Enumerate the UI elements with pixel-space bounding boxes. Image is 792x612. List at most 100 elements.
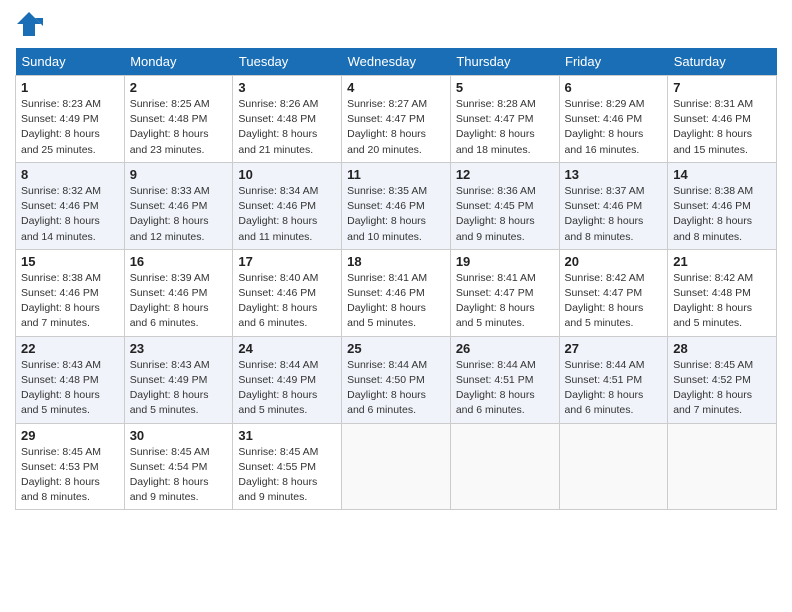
day-info: Sunrise: 8:45 AMSunset: 4:53 PMDaylight:… (21, 445, 119, 506)
calendar-cell: 13 Sunrise: 8:37 AMSunset: 4:46 PMDayligh… (559, 162, 668, 249)
day-number: 12 (456, 167, 554, 182)
day-number: 2 (130, 80, 228, 95)
calendar-cell (559, 423, 668, 510)
calendar-cell: 8 Sunrise: 8:32 AMSunset: 4:46 PMDaylight… (16, 162, 125, 249)
day-number: 29 (21, 428, 119, 443)
day-number: 13 (565, 167, 663, 182)
calendar-cell: 17 Sunrise: 8:40 AMSunset: 4:46 PMDayligh… (233, 249, 342, 336)
day-info: Sunrise: 8:40 AMSunset: 4:46 PMDaylight:… (238, 271, 336, 332)
week-row-3: 15 Sunrise: 8:38 AMSunset: 4:46 PMDayligh… (16, 249, 777, 336)
day-info: Sunrise: 8:42 AMSunset: 4:47 PMDaylight:… (565, 271, 663, 332)
day-info: Sunrise: 8:28 AMSunset: 4:47 PMDaylight:… (456, 97, 554, 158)
day-info: Sunrise: 8:36 AMSunset: 4:45 PMDaylight:… (456, 184, 554, 245)
calendar-cell: 15 Sunrise: 8:38 AMSunset: 4:46 PMDayligh… (16, 249, 125, 336)
day-number: 6 (565, 80, 663, 95)
day-number: 16 (130, 254, 228, 269)
weekday-friday: Friday (559, 48, 668, 76)
day-info: Sunrise: 8:45 AMSunset: 4:54 PMDaylight:… (130, 445, 228, 506)
calendar-cell: 16Sunrise: 8:39 AMSunset: 4:46 PMDayligh… (124, 249, 233, 336)
calendar-cell: 9Sunrise: 8:33 AMSunset: 4:46 PMDaylight… (124, 162, 233, 249)
day-info: Sunrise: 8:43 AMSunset: 4:48 PMDaylight:… (21, 358, 119, 419)
calendar-cell: 31Sunrise: 8:45 AMSunset: 4:55 PMDayligh… (233, 423, 342, 510)
calendar-cell: 10 Sunrise: 8:34 AMSunset: 4:46 PMDayligh… (233, 162, 342, 249)
day-info: Sunrise: 8:25 AMSunset: 4:48 PMDaylight:… (130, 97, 228, 158)
calendar-cell: 22 Sunrise: 8:43 AMSunset: 4:48 PMDayligh… (16, 336, 125, 423)
weekday-thursday: Thursday (450, 48, 559, 76)
day-info: Sunrise: 8:41 AMSunset: 4:47 PMDaylight:… (456, 271, 554, 332)
day-number: 26 (456, 341, 554, 356)
day-info: Sunrise: 8:45 AMSunset: 4:52 PMDaylight:… (673, 358, 771, 419)
day-info: Sunrise: 8:41 AMSunset: 4:46 PMDaylight:… (347, 271, 445, 332)
week-row-2: 8 Sunrise: 8:32 AMSunset: 4:46 PMDaylight… (16, 162, 777, 249)
day-number: 3 (238, 80, 336, 95)
day-info: Sunrise: 8:34 AMSunset: 4:46 PMDaylight:… (238, 184, 336, 245)
day-number: 22 (21, 341, 119, 356)
calendar-cell: 21Sunrise: 8:42 AMSunset: 4:48 PMDayligh… (668, 249, 777, 336)
day-info: Sunrise: 8:23 AMSunset: 4:49 PMDaylight:… (21, 97, 119, 158)
day-number: 11 (347, 167, 445, 182)
day-info: Sunrise: 8:29 AMSunset: 4:46 PMDaylight:… (565, 97, 663, 158)
calendar-cell (342, 423, 451, 510)
calendar-cell: 7 Sunrise: 8:31 AMSunset: 4:46 PMDaylight… (668, 76, 777, 163)
calendar-cell: 26 Sunrise: 8:44 AMSunset: 4:51 PMDayligh… (450, 336, 559, 423)
calendar-cell: 6 Sunrise: 8:29 AMSunset: 4:46 PMDaylight… (559, 76, 668, 163)
calendar-body: 1 Sunrise: 8:23 AMSunset: 4:49 PMDaylight… (16, 76, 777, 510)
weekday-tuesday: Tuesday (233, 48, 342, 76)
weekday-saturday: Saturday (668, 48, 777, 76)
page-header (15, 10, 777, 38)
calendar-cell: 2 Sunrise: 8:25 AMSunset: 4:48 PMDaylight… (124, 76, 233, 163)
day-number: 28 (673, 341, 771, 356)
day-number: 4 (347, 80, 445, 95)
week-row-1: 1 Sunrise: 8:23 AMSunset: 4:49 PMDaylight… (16, 76, 777, 163)
day-info: Sunrise: 8:26 AMSunset: 4:48 PMDaylight:… (238, 97, 336, 158)
day-info: Sunrise: 8:32 AMSunset: 4:46 PMDaylight:… (21, 184, 119, 245)
calendar-cell: 4 Sunrise: 8:27 AMSunset: 4:47 PMDaylight… (342, 76, 451, 163)
calendar-cell: 23 Sunrise: 8:43 AMSunset: 4:49 PMDayligh… (124, 336, 233, 423)
day-number: 8 (21, 167, 119, 182)
day-info: Sunrise: 8:44 AMSunset: 4:51 PMDaylight:… (456, 358, 554, 419)
day-number: 17 (238, 254, 336, 269)
day-info: Sunrise: 8:44 AMSunset: 4:49 PMDaylight:… (238, 358, 336, 419)
day-info: Sunrise: 8:33 AMSunset: 4:46 PMDaylight:… (130, 184, 228, 245)
week-row-5: 29 Sunrise: 8:45 AMSunset: 4:53 PMDayligh… (16, 423, 777, 510)
weekday-header-row: SundayMondayTuesdayWednesdayThursdayFrid… (16, 48, 777, 76)
calendar-cell: 5 Sunrise: 8:28 AMSunset: 4:47 PMDaylight… (450, 76, 559, 163)
day-info: Sunrise: 8:44 AMSunset: 4:50 PMDaylight:… (347, 358, 445, 419)
day-number: 5 (456, 80, 554, 95)
day-number: 14 (673, 167, 771, 182)
day-number: 25 (347, 341, 445, 356)
day-number: 30 (130, 428, 228, 443)
calendar-cell: 19 Sunrise: 8:41 AMSunset: 4:47 PMDayligh… (450, 249, 559, 336)
day-info: Sunrise: 8:31 AMSunset: 4:46 PMDaylight:… (673, 97, 771, 158)
day-number: 23 (130, 341, 228, 356)
calendar-cell: 24 Sunrise: 8:44 AMSunset: 4:49 PMDayligh… (233, 336, 342, 423)
day-number: 19 (456, 254, 554, 269)
calendar-table: SundayMondayTuesdayWednesdayThursdayFrid… (15, 48, 777, 510)
day-info: Sunrise: 8:44 AMSunset: 4:51 PMDaylight:… (565, 358, 663, 419)
calendar-cell: 18 Sunrise: 8:41 AMSunset: 4:46 PMDayligh… (342, 249, 451, 336)
day-number: 7 (673, 80, 771, 95)
day-number: 1 (21, 80, 119, 95)
logo-icon (15, 10, 43, 38)
logo (15, 10, 47, 38)
day-number: 10 (238, 167, 336, 182)
calendar-cell: 25 Sunrise: 8:44 AMSunset: 4:50 PMDayligh… (342, 336, 451, 423)
calendar-cell: 29 Sunrise: 8:45 AMSunset: 4:53 PMDayligh… (16, 423, 125, 510)
day-info: Sunrise: 8:38 AMSunset: 4:46 PMDaylight:… (21, 271, 119, 332)
calendar-cell: 12 Sunrise: 8:36 AMSunset: 4:45 PMDayligh… (450, 162, 559, 249)
calendar-cell: 11Sunrise: 8:35 AMSunset: 4:46 PMDayligh… (342, 162, 451, 249)
calendar-cell: 27 Sunrise: 8:44 AMSunset: 4:51 PMDayligh… (559, 336, 668, 423)
calendar-cell: 30 Sunrise: 8:45 AMSunset: 4:54 PMDayligh… (124, 423, 233, 510)
weekday-wednesday: Wednesday (342, 48, 451, 76)
day-number: 24 (238, 341, 336, 356)
day-number: 27 (565, 341, 663, 356)
day-info: Sunrise: 8:37 AMSunset: 4:46 PMDaylight:… (565, 184, 663, 245)
calendar-cell: 3 Sunrise: 8:26 AMSunset: 4:48 PMDaylight… (233, 76, 342, 163)
day-info: Sunrise: 8:43 AMSunset: 4:49 PMDaylight:… (130, 358, 228, 419)
day-number: 18 (347, 254, 445, 269)
day-info: Sunrise: 8:27 AMSunset: 4:47 PMDaylight:… (347, 97, 445, 158)
day-number: 31 (238, 428, 336, 443)
calendar-cell: 1 Sunrise: 8:23 AMSunset: 4:49 PMDaylight… (16, 76, 125, 163)
day-number: 20 (565, 254, 663, 269)
day-number: 15 (21, 254, 119, 269)
